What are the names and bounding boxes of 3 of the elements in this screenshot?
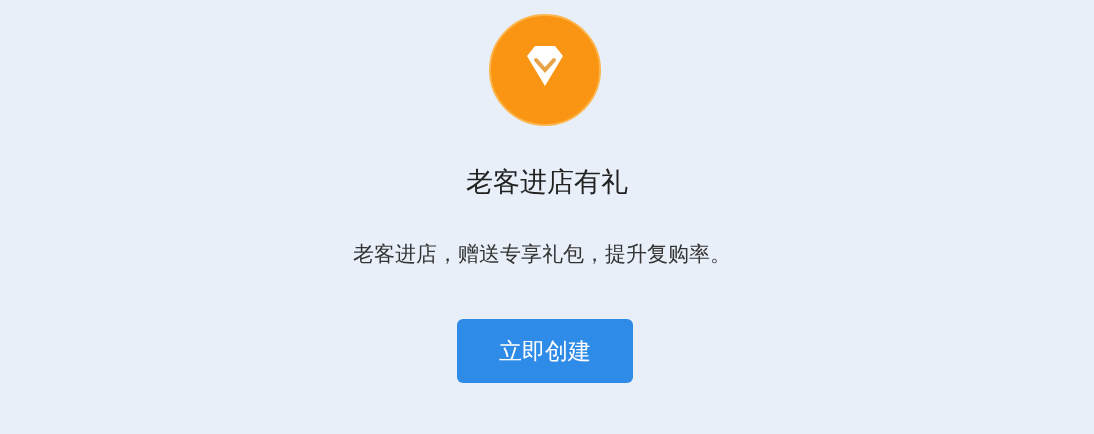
card-title: 老客进店有礼 bbox=[466, 165, 628, 199]
create-button[interactable]: 立即创建 bbox=[457, 319, 633, 383]
card-description: 老客进店，赠送专享礼包，提升复购率。 bbox=[353, 241, 731, 268]
